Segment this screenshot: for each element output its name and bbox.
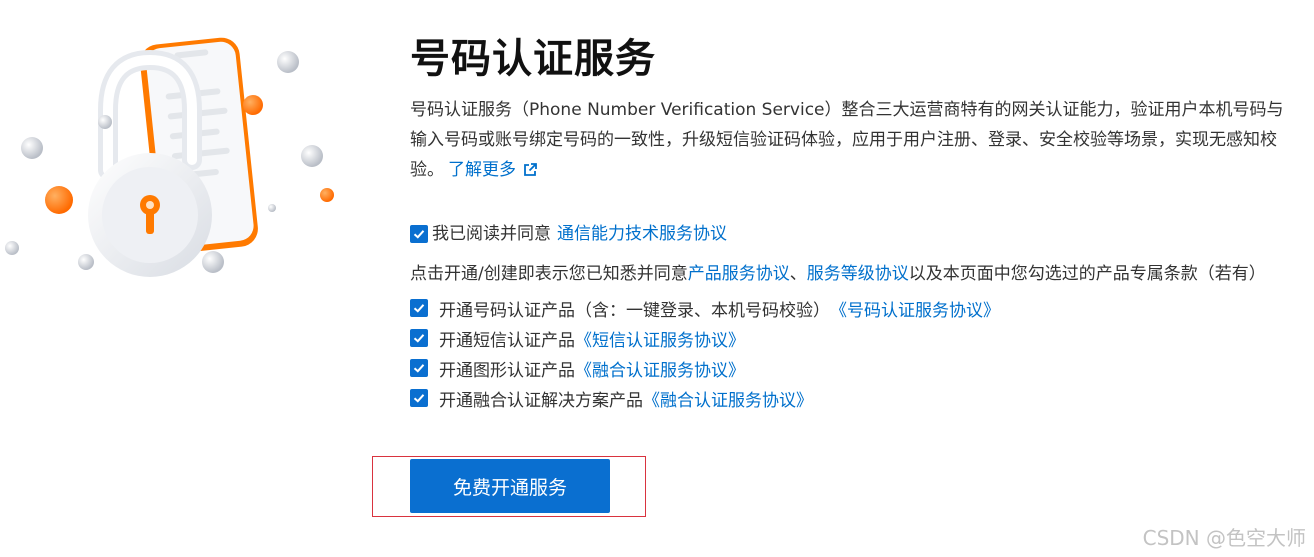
product-service-link[interactable]: 产品服务协议 — [688, 264, 790, 284]
page-title: 号码认证服务 — [410, 36, 656, 82]
option-agreement-link[interactable]: 《融合认证服务协议》 — [575, 356, 745, 381]
option-fusion-solution: 开通融合认证解决方案产品 《融合认证服务协议》 — [410, 383, 1290, 413]
service-panel: 号码认证服务 号码认证服务（Phone Number Verification … — [410, 28, 1290, 413]
notice-sep: 、 — [789, 264, 807, 284]
terms-notice: 点击开通/创建即表示您已知悉并同意产品服务协议、服务等级协议以及本页面中您勾选过… — [410, 259, 1290, 289]
option-agreement-link[interactable]: 《短信认证服务协议》 — [575, 326, 745, 351]
service-level-link[interactable]: 服务等级协议 — [807, 264, 909, 284]
option-checkbox[interactable] — [410, 389, 428, 407]
option-agreement-link[interactable]: 《融合认证服务协议》 — [643, 386, 813, 411]
check-icon — [413, 394, 425, 403]
description-text: 号码认证服务（Phone Number Verification Service… — [410, 100, 1284, 180]
option-checkbox[interactable] — [410, 299, 428, 317]
option-checkbox[interactable] — [410, 329, 428, 347]
option-checkbox[interactable] — [410, 359, 428, 377]
agreement-row: 我已阅读并同意 通信能力技术服务协议 — [410, 221, 1290, 247]
option-label: 开通融合认证解决方案产品 — [439, 390, 643, 411]
product-options: 开通号码认证产品（含：一键登录、本机号码校验） 《号码认证服务协议》 开通短信认… — [410, 293, 1290, 413]
option-phone-verification: 开通号码认证产品（含：一键登录、本机号码校验） 《号码认证服务协议》 — [410, 293, 1290, 323]
option-sms-verification: 开通短信认证产品 《短信认证服务协议》 — [410, 323, 1290, 353]
check-icon — [413, 364, 425, 373]
learn-more-label: 了解更多 — [448, 160, 516, 180]
notice-suffix: 以及本页面中您勾选过的产品专属条款（若有） — [908, 264, 1266, 284]
external-link-icon — [524, 163, 537, 176]
notice-prefix: 点击开通/创建即表示您已知悉并同意 — [410, 264, 688, 284]
service-description: 号码认证服务（Phone Number Verification Service… — [410, 95, 1290, 185]
option-graphic-verification: 开通图形认证产品 《融合认证服务协议》 — [410, 353, 1290, 383]
agreement-text: 我已阅读并同意 — [432, 224, 551, 244]
padlock-phone-illustration — [5, 37, 334, 277]
agreement-link[interactable]: 通信能力技术服务协议 — [557, 221, 727, 247]
check-icon — [413, 304, 425, 313]
activate-free-service-button[interactable]: 免费开通服务 — [410, 459, 610, 513]
option-label: 开通短信认证产品 — [439, 330, 575, 351]
watermark: CSDN @色空大师 — [1142, 526, 1306, 550]
option-label: 开通图形认证产品 — [439, 360, 575, 381]
agreement-checkbox[interactable] — [410, 225, 428, 243]
check-icon — [413, 334, 425, 343]
option-agreement-link[interactable]: 《号码认证服务协议》 — [830, 296, 1000, 321]
option-label: 开通号码认证产品（含：一键登录、本机号码校验） — [439, 300, 830, 321]
check-icon — [413, 230, 425, 239]
learn-more-link[interactable]: 了解更多 — [448, 160, 538, 180]
